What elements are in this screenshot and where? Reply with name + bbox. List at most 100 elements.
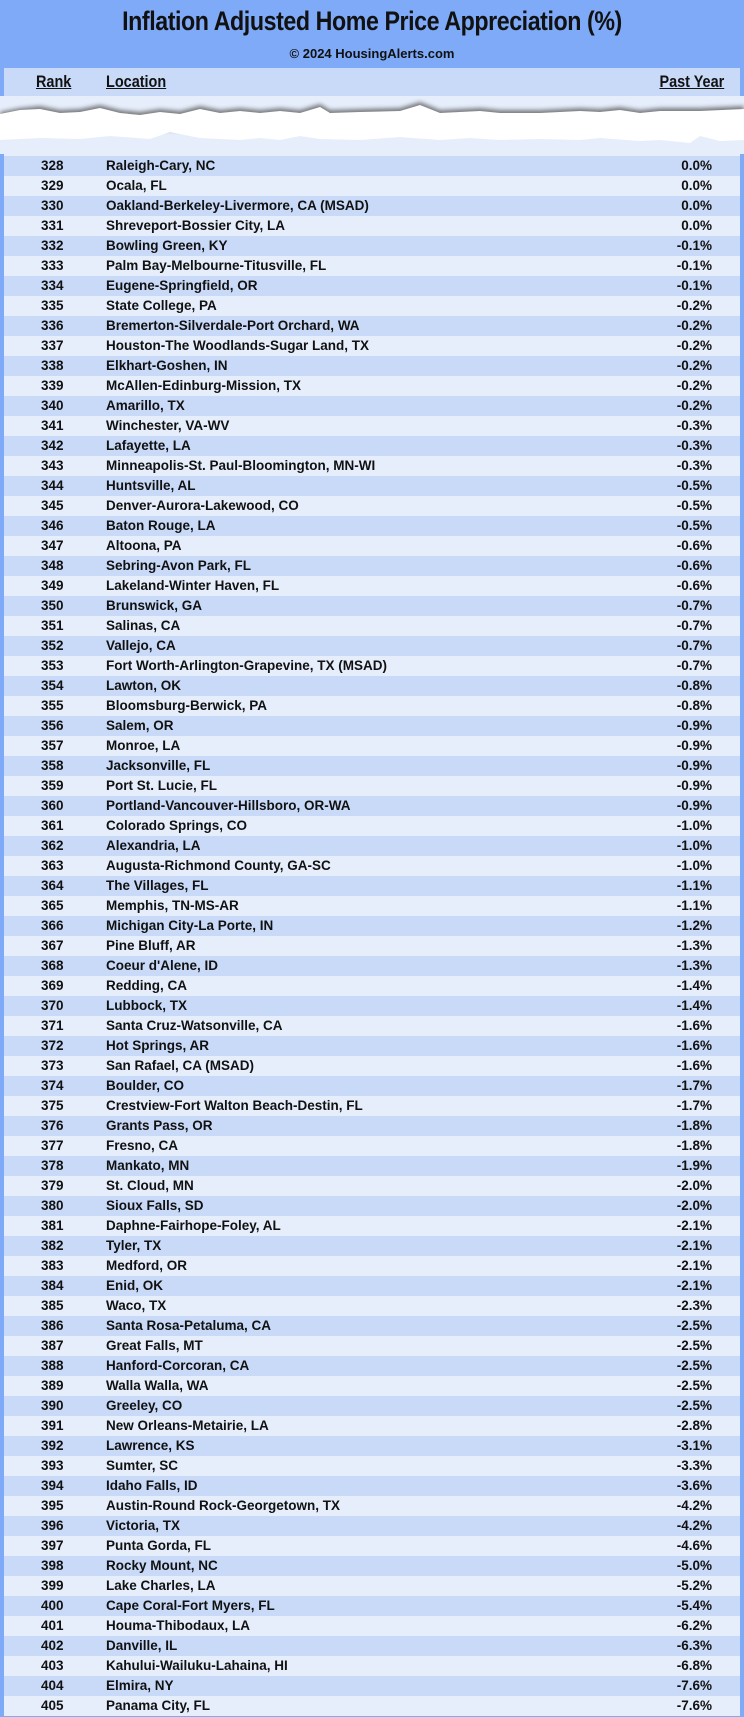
table-row: 345 Denver-Aurora-Lakewood, CO -0.5% [4,496,740,516]
past-year-value-cell: -0.6% [676,578,712,593]
table-row: 335 State College, PA -0.2% [4,296,740,316]
table-row: 368 Coeur d'Alene, ID -1.3% [4,956,740,976]
location-cell: Colorado Springs, CO [106,818,248,833]
table-row: 403 Kahului-Wailuku-Lahaina, HI -6.8% [4,1656,740,1676]
location-cell: Fort Worth-Arlington-Grapevine, TX (MSAD… [106,658,387,673]
table-row: 346 Baton Rouge, LA -0.5% [4,516,740,536]
rank-cell: 345 [41,498,64,513]
rank-cell: 341 [41,418,64,433]
past-year-value-cell: -1.9% [676,1158,712,1173]
location-cell: Sioux Falls, SD [106,1198,204,1213]
past-year-value-cell: -0.2% [676,398,712,413]
past-year-value-cell: -1.7% [676,1098,712,1113]
location-cell: Elkhart-Goshen, IN [106,358,228,373]
location-cell: Cape Coral-Fort Myers, FL [106,1598,275,1613]
rank-cell: 360 [41,798,64,813]
location-cell: Waco, TX [106,1298,167,1313]
location-cell: San Rafael, CA (MSAD) [106,1058,255,1073]
location-cell: Monroe, LA [106,738,181,753]
location-cell: Elmira, NY [106,1678,174,1693]
rank-cell: 378 [41,1158,64,1173]
past-year-value-cell: -1.1% [676,878,712,893]
rank-cell: 383 [41,1258,64,1273]
location-cell: Salinas, CA [106,618,181,633]
location-cell: Huntsville, AL [106,478,196,493]
location-cell: Hanford-Corcoran, CA [106,1358,250,1373]
rank-cell: 396 [41,1518,64,1533]
column-header-location: Location [106,72,167,91]
rank-cell: 387 [41,1338,64,1353]
rank-cell: 375 [41,1098,64,1113]
rank-cell: 367 [41,938,64,953]
rank-cell: 385 [41,1298,64,1313]
location-cell: Ocala, FL [106,178,167,193]
past-year-value-cell: -1.1% [676,898,712,913]
past-year-value-cell: -2.5% [676,1318,712,1333]
rank-cell: 397 [41,1538,64,1553]
table-row: 384 Enid, OK -2.1% [4,1276,740,1296]
table-row: 361 Colorado Springs, CO -1.0% [4,816,740,836]
table-row: 353 Fort Worth-Arlington-Grapevine, TX (M… [4,656,740,676]
table-row: 336 Bremerton-Silverdale-Port Orchard, WA… [4,316,740,336]
location-cell: Sebring-Avon Park, FL [106,558,252,573]
past-year-value-cell: -1.0% [676,818,712,833]
table-row: 396 Victoria, TX -4.2% [4,1516,740,1536]
location-cell: Tyler, TX [106,1238,162,1253]
table-row: 366 Michigan City-La Porte, IN -1.2% [4,916,740,936]
table-row: 388 Hanford-Corcoran, CA -2.5% [4,1356,740,1376]
location-cell: Lafayette, LA [106,438,191,453]
table-row: 338 Elkhart-Goshen, IN -0.2% [4,356,740,376]
table-row: 374 Boulder, CO -1.7% [4,1076,740,1096]
rank-cell: 355 [41,698,64,713]
table-row: 364 The Villages, FL -1.1% [4,876,740,896]
table-row: 350 Brunswick, GA -0.7% [4,596,740,616]
rank-cell: 358 [41,758,64,773]
rank-cell: 347 [41,538,64,553]
table-row: 332 Bowling Green, KY -0.1% [4,236,740,256]
location-cell: Sumter, SC [106,1458,179,1473]
past-year-value-cell: -0.2% [676,338,712,353]
past-year-value-cell: -3.3% [676,1458,712,1473]
table-row: 359 Port St. Lucie, FL -0.9% [4,776,740,796]
table-row: 404 Elmira, NY -7.6% [4,1676,740,1696]
table-row: 377 Fresno, CA -1.8% [4,1136,740,1156]
rank-cell: 337 [41,338,64,353]
past-year-value-cell: -4.2% [676,1498,712,1513]
past-year-value-cell: 0.0% [681,178,712,193]
rank-cell: 353 [41,658,64,673]
rank-cell: 381 [41,1218,64,1233]
table-row: 375 Crestview-Fort Walton Beach-Destin, F… [4,1096,740,1116]
location-cell: Punta Gorda, FL [106,1538,212,1553]
rank-cell: 380 [41,1198,64,1213]
location-cell: The Villages, FL [106,878,209,893]
past-year-value-cell: 0.0% [681,158,712,173]
location-cell: Augusta-Richmond County, GA-SC [106,858,331,873]
location-cell: Altoona, PA [106,538,182,553]
location-cell: Rocky Mount, NC [106,1558,218,1573]
location-cell: Lubbock, TX [106,998,187,1013]
location-cell: Mankato, MN [106,1158,190,1173]
rank-cell: 349 [41,578,64,593]
past-year-value-cell: -1.4% [676,978,712,993]
table-row: 397 Punta Gorda, FL -4.6% [4,1536,740,1556]
table-row: 370 Lubbock, TX -1.4% [4,996,740,1016]
rank-cell: 342 [41,438,64,453]
table-row: 330 Oakland-Berkeley-Livermore, CA (MSAD)… [4,196,740,216]
location-cell: Grants Pass, OR [106,1118,213,1133]
location-cell: Winchester, VA-WV [106,418,230,433]
past-year-value-cell: 0.0% [681,218,712,233]
rank-cell: 393 [41,1458,64,1473]
rank-cell: 359 [41,778,64,793]
rank-cell: 354 [41,678,64,693]
rank-cell: 376 [41,1118,64,1133]
page-title: Inflation Adjusted Home Price Appreciati… [122,6,622,36]
past-year-value-cell: -0.2% [676,378,712,393]
past-year-value-cell: -7.6% [676,1678,712,1693]
table-row: 341 Winchester, VA-WV -0.3% [4,416,740,436]
location-cell: Bloomsburg-Berwick, PA [106,698,268,713]
table-row: 355 Bloomsburg-Berwick, PA -0.8% [4,696,740,716]
past-year-value-cell: -4.2% [676,1518,712,1533]
table-row: 342 Lafayette, LA -0.3% [4,436,740,456]
location-cell: Pine Bluff, AR [106,938,196,953]
location-cell: Santa Rosa-Petaluma, CA [106,1318,272,1333]
